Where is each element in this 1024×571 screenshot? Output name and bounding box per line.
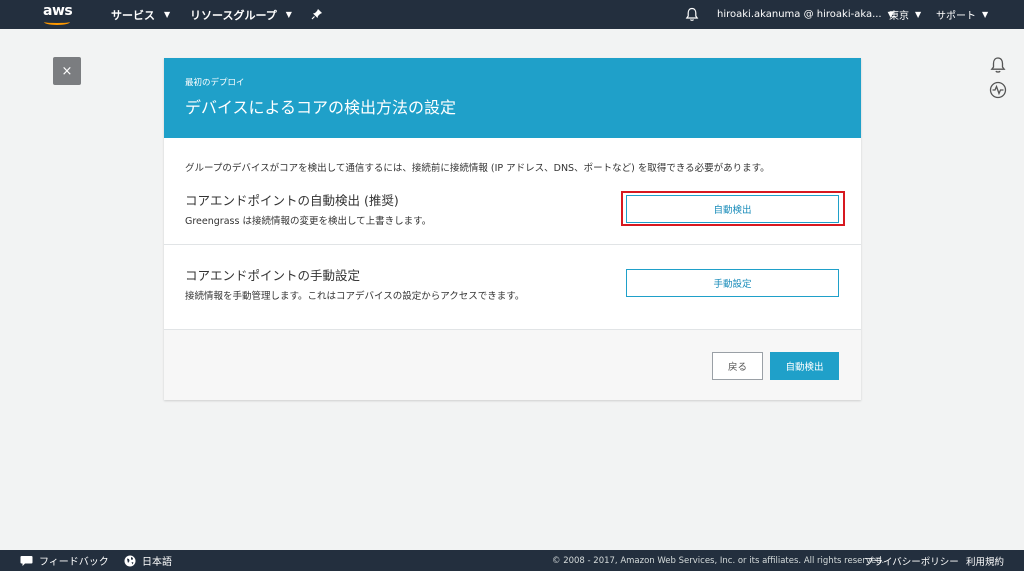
chevron-down-icon: ▼ — [915, 10, 922, 19]
auto-discovery-title: コアエンドポイントの自動検出 (推奨) — [185, 193, 399, 208]
notification-bell-icon[interactable] — [989, 56, 1007, 74]
intro-text: グループのデバイスがコアを検出して通信するには、接続前に接続情報 (IP アドレ… — [185, 163, 770, 174]
back-button[interactable]: 戻る — [712, 352, 763, 380]
globe-icon — [124, 555, 136, 566]
aws-logo[interactable]: aws — [42, 3, 76, 26]
services-menu-label: サービス — [111, 8, 155, 22]
chevron-down-icon: ▼ — [164, 10, 171, 19]
region-menu-label: 東京 — [889, 11, 909, 22]
auto-discovery-button[interactable]: 自動検出 — [626, 195, 839, 223]
feedback-label: フィードバック — [39, 557, 109, 568]
page-title: デバイスによるコアの検出方法の設定 — [185, 98, 457, 117]
close-button[interactable]: × — [53, 57, 81, 85]
discovery-settings-card: 最初のデプロイ デバイスによるコアの検出方法の設定 グループのデバイスがコアを検… — [164, 58, 861, 400]
chevron-down-icon: ▼ — [982, 10, 989, 19]
breadcrumb: 最初のデプロイ — [185, 78, 245, 88]
privacy-policy-link[interactable]: プライバシーポリシー — [864, 550, 959, 571]
auto-discovery-description: Greengrass は接続情報の変更を検出して上書きします。 — [185, 216, 432, 227]
notification-bell-icon[interactable] — [685, 7, 699, 22]
terms-link[interactable]: 利用規約 — [966, 550, 1004, 571]
console-footer: フィードバック 日本語 © 2008 - 2017, Amazon Web Se… — [0, 550, 1024, 571]
speech-bubble-icon — [20, 555, 33, 566]
language-selector[interactable]: 日本語 — [124, 550, 172, 571]
pin-icon[interactable] — [311, 8, 323, 20]
feedback-link[interactable]: フィードバック — [20, 550, 109, 571]
copyright-text: © 2008 - 2017, Amazon Web Services, Inc.… — [552, 555, 885, 566]
account-menu[interactable]: hiroaki.akanuma @ hiroaki-aka... ▼ — [717, 0, 894, 29]
manual-setup-description: 接続情報を手動管理します。これはコアデバイスの設定からアクセスできます。 — [185, 291, 525, 302]
resource-groups-menu-label: リソースグループ — [190, 8, 277, 22]
chevron-down-icon: ▼ — [285, 10, 292, 19]
section-divider — [164, 244, 861, 245]
card-header: 最初のデプロイ デバイスによるコアの検出方法の設定 — [164, 58, 861, 138]
close-icon: × — [61, 63, 73, 79]
language-label: 日本語 — [142, 557, 172, 568]
support-menu[interactable]: サポート ▼ — [936, 0, 988, 29]
aws-logo-smile-icon — [44, 19, 70, 25]
aws-logo-text: aws — [43, 3, 73, 19]
resource-groups-menu[interactable]: リソースグループ ▼ — [190, 0, 292, 29]
top-navigation-bar: aws サービス ▼ リソースグループ ▼ hiroaki.akanuma @ … — [0, 0, 1024, 29]
account-menu-label: hiroaki.akanuma @ hiroaki-aka... — [717, 9, 882, 20]
manual-setup-title: コアエンドポイントの手動設定 — [185, 268, 361, 283]
support-menu-label: サポート — [936, 11, 976, 22]
manual-setup-button[interactable]: 手動設定 — [626, 269, 839, 297]
region-menu[interactable]: 東京 ▼ — [889, 0, 921, 29]
health-activity-icon[interactable] — [989, 81, 1007, 99]
services-menu[interactable]: サービス ▼ — [111, 0, 170, 29]
auto-discovery-submit-button[interactable]: 自動検出 — [770, 352, 839, 380]
